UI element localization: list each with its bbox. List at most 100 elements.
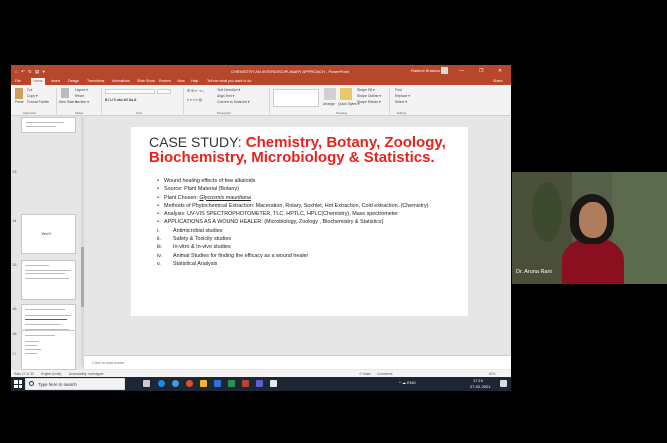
minimize-button[interactable]: — — [459, 68, 464, 74]
select-button[interactable]: Select ▾ — [395, 100, 407, 104]
paragraph-group-label: Paragraph — [217, 111, 232, 115]
slide-editor: CASE STUDY: Chemistry, Botany, Zoology, … — [84, 116, 511, 370]
align-buttons[interactable]: ≡ ≡ ≡ ≡ ▥ — [187, 98, 202, 102]
search-placeholder: Type here to search — [38, 382, 77, 387]
tab-insert[interactable]: Insert — [51, 79, 60, 83]
zoom-level[interactable]: 61% — [489, 372, 495, 376]
bullet-item: • Methods of Phytochemical Extraction: Ma… — [157, 202, 429, 209]
slide-number-13: 13 — [12, 169, 17, 174]
notes-placeholder: Click to add notes — [92, 360, 124, 365]
clock-date[interactable]: 27-02-2021 — [470, 384, 490, 389]
store-icon[interactable] — [214, 380, 221, 387]
tab-view[interactable]: View — [177, 79, 185, 83]
tell-me-search[interactable]: Tell me what you want to do — [207, 79, 251, 83]
teams-icon[interactable] — [256, 380, 263, 387]
slide-thumb-18[interactable] — [21, 330, 76, 370]
shape-outline-button[interactable]: Shape Outline ▾ — [357, 94, 381, 98]
task-view-icon[interactable] — [143, 380, 150, 387]
copy-button[interactable]: Copy ▾ — [27, 94, 38, 98]
notes-toggle[interactable]: ≙ Notes — [359, 372, 371, 376]
tab-slide-show[interactable]: Slide Show — [137, 79, 155, 83]
taskbar: Type here to search ^ ☁ ENG 17:10 27-02-… — [11, 377, 511, 391]
title-bar: ⌂ ↶ ↻ ▤ ▾ CHEMISTRY AN INTERDISCIPLINARY… — [11, 65, 511, 77]
arrange-icon[interactable] — [324, 88, 336, 100]
language[interactable]: English (India) — [41, 372, 61, 376]
notes-pane[interactable]: Click to add notes — [84, 355, 511, 369]
ribbon-tabs: File Home Insert Design Transitions Anim… — [11, 77, 511, 85]
presenter-face — [579, 202, 607, 238]
powerpoint-icon[interactable] — [242, 380, 249, 387]
arrange-button[interactable]: Arrange — [323, 102, 335, 106]
slide-thumb-12[interactable] — [21, 117, 76, 133]
clipboard-group-label: Clipboard — [23, 111, 36, 115]
app-icon[interactable] — [270, 380, 277, 387]
tab-transitions[interactable]: Transitions — [87, 79, 104, 83]
slide-body[interactable]: • Wound healing effects of few alkaloids … — [157, 177, 457, 268]
close-button[interactable]: ✕ — [498, 68, 502, 74]
plant-name: Glycosmis mauritiana — [199, 194, 251, 201]
system-tray[interactable]: ^ ☁ ENG — [399, 380, 416, 385]
font-format-buttons[interactable]: B I U S abc AV Aa A — [105, 98, 136, 102]
taskbar-search[interactable]: Type here to search — [25, 378, 125, 390]
layout-button[interactable]: Layout ▾ — [75, 88, 88, 92]
tab-design[interactable]: Design — [68, 79, 79, 83]
slide-thumb-14[interactable]: Yes!!! — [21, 214, 76, 254]
font-size-select[interactable] — [157, 89, 171, 94]
share-button[interactable]: Share — [493, 79, 503, 83]
slide-thumb-15[interactable] — [21, 260, 76, 300]
font-name-select[interactable] — [105, 89, 155, 94]
shape-fill-button[interactable]: Shape Fill ▾ — [357, 88, 375, 92]
notifications-icon[interactable] — [500, 380, 507, 387]
find-button[interactable]: Find — [395, 88, 402, 92]
slide-title[interactable]: CASE STUDY: Chemistry, Botany, Zoology, … — [149, 135, 464, 166]
tab-file[interactable]: File — [15, 79, 21, 83]
list-buttons[interactable]: ☰ ☰ ⇤ ⇥ ↕ — [187, 89, 204, 93]
align-text-button[interactable]: Align Text ▾ — [217, 94, 234, 98]
bullet-item: • Source: Plant Material (Botany) — [157, 186, 239, 193]
cortana-icon[interactable] — [172, 380, 179, 387]
quick-access-toolbar[interactable]: ⌂ ↶ ↻ ▤ ▾ — [15, 69, 46, 75]
chrome-icon[interactable] — [186, 380, 193, 387]
excel-icon[interactable] — [228, 380, 235, 387]
edge-icon[interactable] — [158, 380, 165, 387]
text-direction-button[interactable]: Text Direction ▾ — [217, 88, 240, 92]
tab-help[interactable]: Help — [191, 79, 198, 83]
cut-button[interactable]: Cut — [27, 88, 32, 92]
accessibility-status[interactable]: Accessibility: Investigate — [69, 372, 104, 376]
section-button[interactable]: Section ▾ — [75, 100, 89, 104]
format-painter-button[interactable]: Format Painter — [27, 100, 49, 104]
paste-button[interactable]: Paste — [15, 100, 24, 104]
bullet-item: • Analysis: UV-VIS SPECTROPHOTOMETER, TLC… — [157, 211, 399, 218]
paste-icon[interactable] — [15, 88, 23, 99]
slide-number-16: 16 — [12, 306, 17, 311]
restore-button[interactable]: ❐ — [479, 68, 483, 74]
bullet-item: • APPLICATIONS AS A WOUND HEALER: (Microb… — [157, 219, 384, 226]
clock-time[interactable]: 17:10 — [473, 378, 483, 383]
windows-start-icon[interactable] — [14, 380, 22, 388]
file-explorer-icon[interactable] — [200, 380, 207, 387]
new-slide-icon[interactable] — [61, 88, 69, 98]
reset-button[interactable]: Reset — [75, 94, 84, 98]
tab-home[interactable]: Home — [31, 78, 45, 85]
shape-effects-button[interactable]: Shape Effects ▾ — [357, 100, 381, 104]
slide-number-15: 15 — [12, 262, 17, 267]
font-group-label: Font — [136, 111, 143, 115]
numbered-item: ii. Safety & Toxicity studies — [157, 236, 232, 243]
slide-number-14: 14 — [12, 218, 17, 223]
convert-smartart-button[interactable]: Convert to SmartArt ▾ — [217, 100, 250, 104]
slides-group-label: Slides — [75, 111, 84, 115]
slide-number-18: 18 — [12, 331, 17, 336]
quick-styles-icon[interactable] — [340, 88, 352, 100]
comments-toggle[interactable]: Comments — [377, 372, 392, 376]
shapes-gallery[interactable] — [273, 89, 319, 107]
ribbon: Paste Cut Copy ▾ Format Painter Clipboar… — [11, 85, 511, 116]
user-name[interactable]: Rashmi Sharma — [411, 68, 440, 73]
current-slide[interactable]: CASE STUDY: Chemistry, Botany, Zoology, … — [131, 127, 468, 316]
numbered-item: iv. Animal Studies for finding the effica… — [157, 252, 309, 259]
tab-animations[interactable]: Animations — [112, 79, 130, 83]
tab-review[interactable]: Review — [159, 79, 171, 83]
replace-button[interactable]: Replace ▾ — [395, 94, 410, 98]
avatar[interactable] — [441, 67, 448, 74]
status-bar: Slide 17 of 30 English (India) Accessibi… — [11, 370, 511, 377]
numbered-item: i. Antimicrobial studies — [157, 227, 223, 234]
